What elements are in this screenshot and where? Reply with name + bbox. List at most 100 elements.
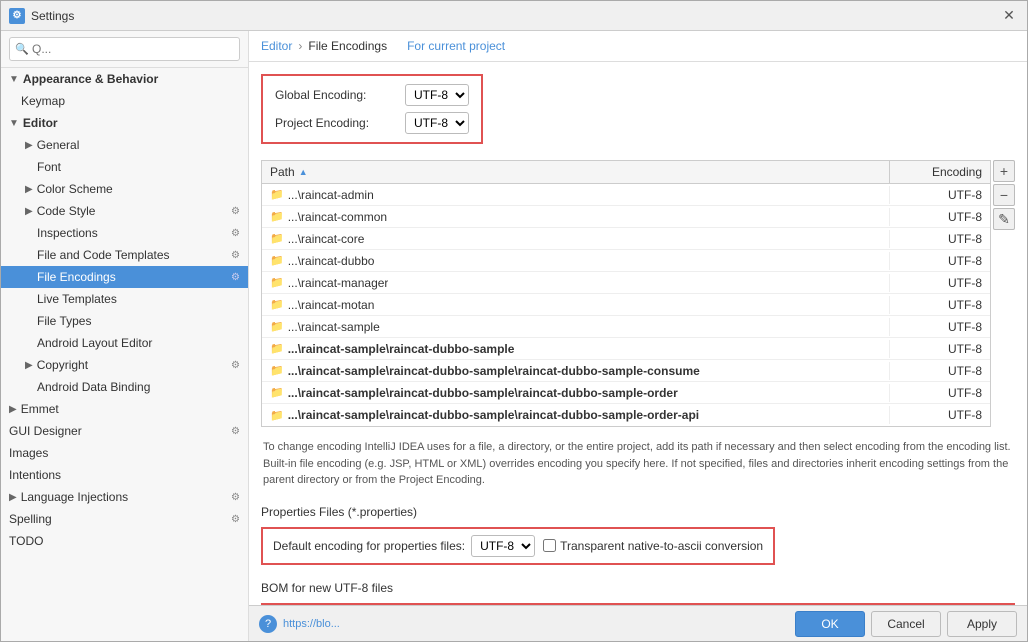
sidebar-item-general[interactable]: ▶ General — [1, 134, 248, 156]
sidebar-item-label: Language Injections — [21, 490, 128, 504]
sidebar-item-intentions[interactable]: Intentions — [1, 464, 248, 486]
properties-encoding-select[interactable]: UTF-8 — [471, 535, 535, 557]
table-row[interactable]: 📁 ...\raincat-sample\raincat-dubbo-sampl… — [262, 338, 990, 360]
remove-row-button[interactable]: − — [993, 184, 1015, 206]
sidebar-item-font[interactable]: Font — [1, 156, 248, 178]
cancel-button[interactable]: Cancel — [871, 611, 941, 637]
breadcrumb-editor[interactable]: Editor — [261, 39, 292, 53]
table-cell-path: 📁 ...\raincat-sample\raincat-dubbo-sampl… — [262, 340, 890, 358]
sidebar-item-appearance[interactable]: ▼ Appearance & Behavior — [1, 68, 248, 90]
path-text: ...\raincat-sample\raincat-dubbo-sample\… — [288, 364, 700, 378]
table-row[interactable]: 📁 ...\raincat-admin UTF-8 — [262, 184, 990, 206]
table-row[interactable]: 📁 ...\raincat-dubbo UTF-8 — [262, 250, 990, 272]
properties-encoding-box: Default encoding for properties files: U… — [261, 527, 775, 565]
path-text: ...\raincat-sample\raincat-dubbo-sample\… — [288, 408, 699, 422]
sidebar-item-spelling[interactable]: Spelling ⚙ — [1, 508, 248, 530]
close-button[interactable]: ✕ — [999, 6, 1019, 26]
native-to-ascii-checkbox-wrapper: Transparent native-to-ascii conversion — [543, 539, 763, 553]
sidebar-item-label: Copyright — [37, 358, 88, 372]
sort-icon: ▲ — [299, 167, 308, 177]
table-cell-encoding: UTF-8 — [890, 318, 990, 336]
info-text: To change encoding IntelliJ IDEA uses fo… — [261, 439, 1015, 489]
table-action-buttons: + − ✎ — [993, 160, 1015, 427]
apply-button[interactable]: Apply — [947, 611, 1017, 637]
table-row[interactable]: 📁 ...\raincat-core UTF-8 — [262, 228, 990, 250]
table-cell-encoding: UTF-8 — [890, 252, 990, 270]
ok-button[interactable]: OK — [795, 611, 865, 637]
sidebar-item-label: Keymap — [21, 94, 65, 108]
global-encoding-row: Global Encoding: UTF-8 — [275, 84, 469, 106]
sidebar-item-file-encodings[interactable]: File Encodings ⚙ — [1, 266, 248, 288]
path-encoding-table: Path ▲ Encoding 📁 ...\raincat-admin UTF-… — [261, 160, 991, 427]
table-row[interactable]: 📁 ...\raincat-sample\raincat-dubbo-sampl… — [262, 404, 990, 426]
folder-icon: 📁 — [270, 188, 284, 201]
native-to-ascii-checkbox[interactable] — [543, 539, 556, 552]
settings-icon: ⚙ — [231, 250, 240, 261]
table-with-buttons: Path ▲ Encoding 📁 ...\raincat-admin UTF-… — [261, 160, 1015, 427]
settings-window: ⚙ Settings ✕ 🔍 ▼ Appearance & Behavior K… — [0, 0, 1028, 642]
edit-row-button[interactable]: ✎ — [993, 208, 1015, 230]
breadcrumb: Editor › File Encodings — [261, 39, 387, 53]
sidebar-item-label: Android Data Binding — [37, 380, 150, 394]
sidebar-item-android-data-binding[interactable]: Android Data Binding — [1, 376, 248, 398]
table-row[interactable]: 📁 ...\raincat-sample\raincat-dubbo-sampl… — [262, 360, 990, 382]
sidebar-item-inspections[interactable]: Inspections ⚙ — [1, 222, 248, 244]
sidebar-item-keymap[interactable]: Keymap — [1, 90, 248, 112]
chevron-right-icon: ▶ — [25, 360, 33, 371]
help-button[interactable]: ? — [259, 615, 277, 633]
sidebar-item-live-templates[interactable]: Live Templates — [1, 288, 248, 310]
sidebar-item-label: Emmet — [21, 402, 59, 416]
sidebar-item-label: Android Layout Editor — [37, 336, 152, 350]
sidebar-item-code-style[interactable]: ▶ Code Style ⚙ — [1, 200, 248, 222]
chevron-right-icon: ▶ — [25, 140, 33, 151]
add-row-button[interactable]: + — [993, 160, 1015, 182]
table-row[interactable]: 📁 ...\raincat-manager UTF-8 — [262, 272, 990, 294]
table-cell-encoding: UTF-8 — [890, 384, 990, 402]
panel-body: Global Encoding: UTF-8 Project Encoding:… — [249, 62, 1027, 605]
table-cell-encoding: UTF-8 — [890, 406, 990, 424]
global-encoding-select[interactable]: UTF-8 — [405, 84, 469, 106]
sidebar-item-label: Color Scheme — [37, 182, 113, 196]
url-hint: https://blo... — [283, 618, 789, 630]
settings-icon: ⚙ — [231, 228, 240, 239]
sidebar-item-label: File Encodings — [37, 270, 116, 284]
table-cell-path: 📁 ...\raincat-motan — [262, 296, 890, 314]
table-row[interactable]: 📁 ...\raincat-motan UTF-8 — [262, 294, 990, 316]
chevron-right-icon: ▶ — [25, 206, 33, 217]
title-bar: ⚙ Settings ✕ — [1, 1, 1027, 31]
sidebar-item-android-layout-editor[interactable]: Android Layout Editor — [1, 332, 248, 354]
bom-title: BOM for new UTF-8 files — [261, 581, 1015, 595]
sidebar-item-color-scheme[interactable]: ▶ Color Scheme — [1, 178, 248, 200]
sidebar-item-language-injections[interactable]: ▶ Language Injections ⚙ — [1, 486, 248, 508]
table-header: Path ▲ Encoding — [262, 161, 990, 184]
sidebar-item-todo[interactable]: TODO — [1, 530, 248, 552]
sidebar: 🔍 ▼ Appearance & Behavior Keymap ▼ Edito… — [1, 31, 249, 641]
main-panel: Editor › File Encodings For current proj… — [249, 31, 1027, 641]
table-cell-path: 📁 ...\raincat-sample\raincat-dubbo-sampl… — [262, 406, 890, 424]
table-row[interactable]: 📁 ...\raincat-common UTF-8 — [262, 206, 990, 228]
search-input[interactable] — [9, 37, 240, 61]
settings-icon: ⚙ — [231, 360, 240, 371]
main-content: 🔍 ▼ Appearance & Behavior Keymap ▼ Edito… — [1, 31, 1027, 641]
sidebar-item-file-types[interactable]: File Types — [1, 310, 248, 332]
sidebar-item-emmet[interactable]: ▶ Emmet — [1, 398, 248, 420]
sidebar-item-file-code-templates[interactable]: File and Code Templates ⚙ — [1, 244, 248, 266]
sidebar-item-label: TODO — [9, 534, 43, 548]
sidebar-item-images[interactable]: Images — [1, 442, 248, 464]
sidebar-item-gui-designer[interactable]: GUI Designer ⚙ — [1, 420, 248, 442]
table-cell-encoding: UTF-8 — [890, 362, 990, 380]
chevron-right-icon: ▶ — [9, 492, 17, 503]
folder-icon: 📁 — [270, 386, 284, 399]
project-encoding-select[interactable]: UTF-8 — [405, 112, 469, 134]
table-row[interactable]: 📁 ...\raincat-sample\raincat-dubbo-sampl… — [262, 382, 990, 404]
sidebar-item-label: Inspections — [37, 226, 98, 240]
sidebar-item-editor[interactable]: ▼ Editor — [1, 112, 248, 134]
sidebar-item-copyright[interactable]: ▶ Copyright ⚙ — [1, 354, 248, 376]
table-row[interactable]: 📁 ...\raincat-sample UTF-8 — [262, 316, 990, 338]
folder-icon: 📁 — [270, 409, 284, 422]
properties-section: Properties Files (*.properties) Default … — [261, 505, 1015, 565]
folder-icon: 📁 — [270, 342, 284, 355]
chevron-right-icon: ▶ — [25, 184, 33, 195]
table-cell-encoding: UTF-8 — [890, 296, 990, 314]
for-current-project-link[interactable]: For current project — [407, 39, 505, 53]
